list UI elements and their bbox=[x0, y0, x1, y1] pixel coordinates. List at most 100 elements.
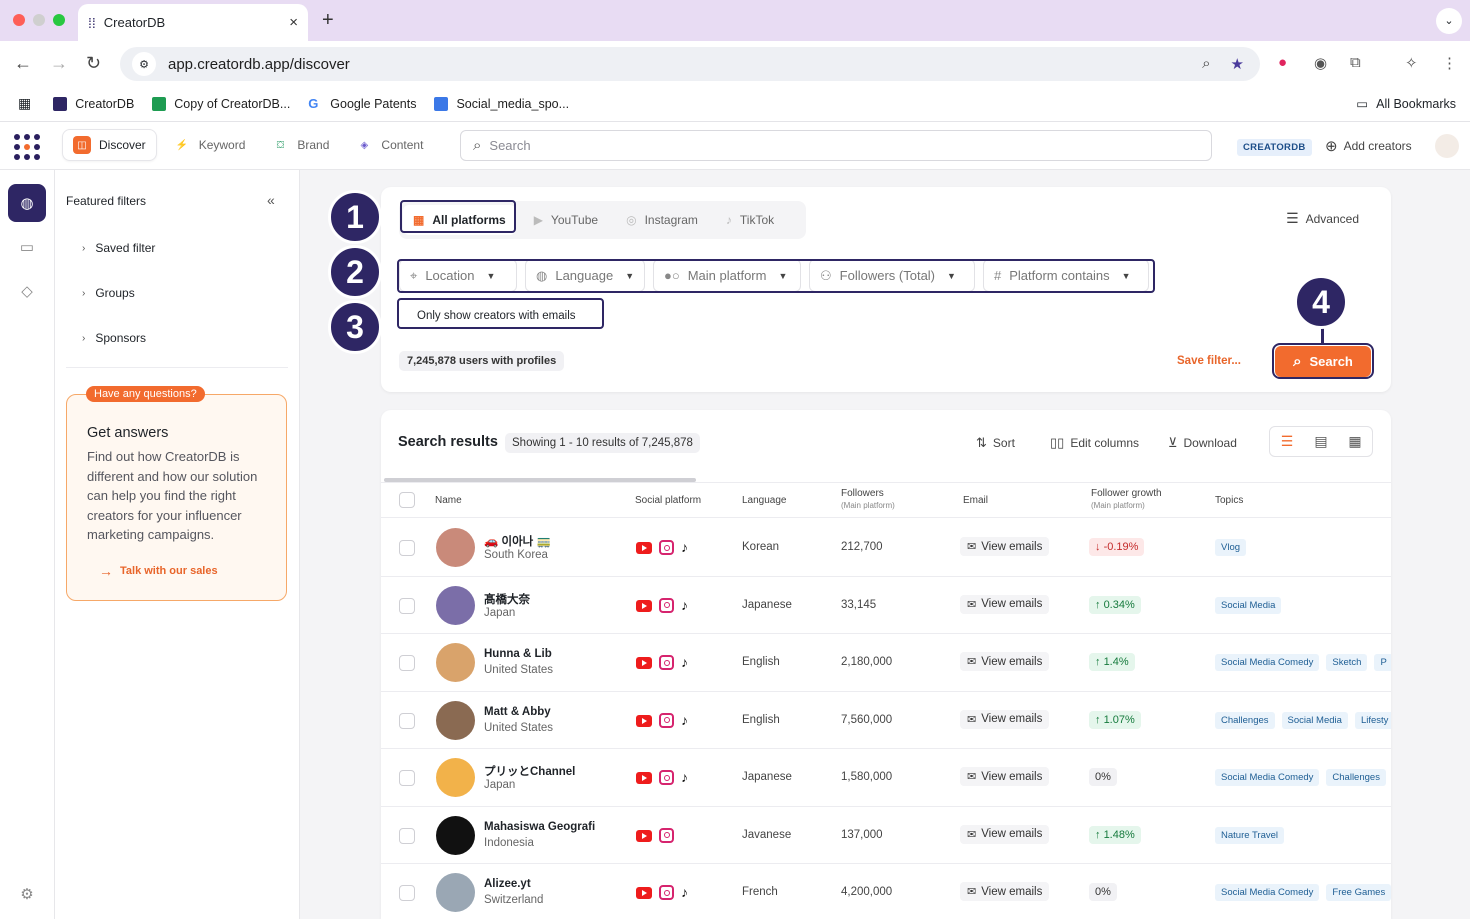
creator-name[interactable]: Mahasiswa Geografi bbox=[484, 821, 595, 833]
creatordb-logo-icon[interactable] bbox=[14, 134, 40, 160]
creator-avatar[interactable] bbox=[436, 700, 475, 740]
topic-tag[interactable]: Social Media Comedy bbox=[1215, 769, 1320, 786]
topic-tag[interactable]: Challenges bbox=[1326, 769, 1386, 786]
tab-brand[interactable]: ⛋ Brand bbox=[261, 129, 339, 161]
topic-tag[interactable]: Nature Travel bbox=[1215, 826, 1285, 844]
instagram-icon[interactable] bbox=[659, 712, 674, 728]
creator-avatar[interactable] bbox=[436, 585, 475, 625]
creator-avatar[interactable] bbox=[436, 528, 475, 567]
youtube-icon[interactable] bbox=[636, 829, 652, 842]
edit-columns-button[interactable]: ▯▯ Edit columns bbox=[1050, 435, 1139, 451]
bookmark-star-icon[interactable]: ★ bbox=[1231, 55, 1244, 73]
creator-name[interactable]: Hunna & Lib bbox=[484, 648, 552, 660]
table-row[interactable]: Mahasiswa Geografi Indonesia Javanese 137,0… bbox=[381, 807, 1391, 864]
tab-keyword[interactable]: ⚡ Keyword bbox=[163, 129, 256, 161]
select-all-checkbox[interactable] bbox=[399, 492, 415, 508]
tiktok-icon[interactable]: ♪ bbox=[681, 770, 688, 785]
zoom-icon[interactable]: ⌕ bbox=[1202, 55, 1210, 73]
instagram-icon[interactable] bbox=[659, 597, 674, 613]
topic-tag[interactable]: Vlog bbox=[1215, 539, 1247, 556]
topic-tag[interactable]: Free Games bbox=[1326, 884, 1391, 901]
view-emails-button[interactable]: ✉ View emails bbox=[960, 882, 1050, 901]
row-checkbox[interactable] bbox=[399, 540, 415, 556]
platform-tab-tiktok[interactable]: ♪ TikTok bbox=[716, 205, 784, 235]
globe-icon[interactable]: ◍ bbox=[8, 184, 46, 222]
view-emails-button[interactable]: ✉ View emails bbox=[960, 824, 1050, 844]
sort-button[interactable]: ⇅ Sort bbox=[976, 435, 1015, 451]
instagram-icon[interactable] bbox=[659, 770, 674, 785]
folder-icon[interactable]: ▭ bbox=[8, 228, 46, 266]
browser-menu-icon[interactable]: ⋮ bbox=[1442, 54, 1457, 72]
tab-discover[interactable]: ◫ Discover bbox=[62, 129, 157, 161]
row-checkbox[interactable] bbox=[399, 885, 415, 901]
tab-content[interactable]: ◈ Content bbox=[345, 129, 433, 161]
row-checkbox[interactable] bbox=[399, 770, 415, 786]
table-row[interactable]: 🚗 이아나 🚃 South Korea ♪ Korean 212,700 ✉ View em… bbox=[381, 519, 1391, 577]
forward-icon[interactable]: → bbox=[50, 53, 68, 74]
user-avatar[interactable] bbox=[1435, 134, 1459, 158]
table-row[interactable]: Matt & Abby United States ♪ English 7,560,00… bbox=[381, 692, 1391, 749]
settings-gear-icon[interactable]: ⚙ bbox=[8, 875, 46, 913]
platform-tab-instagram[interactable]: ◎ Instagram bbox=[616, 205, 708, 235]
advanced-button[interactable]: ☰ Advanced bbox=[1286, 210, 1359, 227]
creator-name[interactable]: 髙橋大奈 bbox=[484, 591, 530, 607]
instagram-icon[interactable] bbox=[659, 540, 674, 555]
save-filter-link[interactable]: Save filter... bbox=[1177, 355, 1241, 367]
tiktok-icon[interactable]: ♪ bbox=[681, 885, 688, 900]
topic-tag[interactable]: Social Media bbox=[1281, 711, 1348, 729]
youtube-icon[interactable] bbox=[636, 657, 652, 669]
window-close-button[interactable] bbox=[13, 14, 25, 26]
tab-close-icon[interactable]: × bbox=[289, 14, 298, 31]
bookmark-google-patents[interactable]: G Google Patents bbox=[308, 96, 416, 111]
topic-tag[interactable]: Social Media Comedy bbox=[1215, 884, 1320, 901]
tiktok-icon[interactable]: ♪ bbox=[681, 655, 688, 670]
window-minimize-button[interactable] bbox=[33, 14, 45, 26]
tiktok-icon[interactable]: ♪ bbox=[681, 597, 688, 613]
creator-avatar[interactable] bbox=[436, 815, 475, 855]
list-view-icon[interactable]: ☰ bbox=[1270, 427, 1304, 456]
extension-icon[interactable]: ● bbox=[1278, 54, 1287, 71]
back-icon[interactable]: ← bbox=[14, 53, 32, 74]
reload-icon[interactable]: ↻ bbox=[86, 53, 101, 74]
tiktok-icon[interactable]: ♪ bbox=[681, 712, 688, 728]
window-zoom-button[interactable] bbox=[53, 14, 65, 26]
row-checkbox[interactable] bbox=[399, 597, 415, 614]
view-emails-button[interactable]: ✉ View emails bbox=[960, 767, 1050, 786]
youtube-icon[interactable] bbox=[636, 599, 652, 612]
global-search-input[interactable]: ⌕ Search bbox=[460, 130, 1212, 161]
sidebar-item-sponsors[interactable]: › Sponsors bbox=[82, 331, 146, 345]
youtube-icon[interactable] bbox=[636, 772, 652, 784]
creator-name[interactable]: Matt & Abby bbox=[484, 706, 551, 718]
topic-tag[interactable]: P bbox=[1374, 654, 1391, 671]
browser-tab[interactable]: ⁞⁞ CreatorDB × bbox=[78, 4, 308, 41]
apps-grid-icon[interactable]: ▦ bbox=[18, 95, 31, 112]
topic-tag[interactable]: Lifesty bbox=[1354, 711, 1391, 729]
instagram-icon[interactable] bbox=[659, 827, 674, 843]
instagram-icon[interactable] bbox=[659, 655, 674, 670]
add-creators-button[interactable]: ⊕ Add creators bbox=[1325, 137, 1412, 155]
topic-tag[interactable]: Sketch bbox=[1326, 654, 1368, 671]
topic-tag[interactable]: Social Media bbox=[1215, 596, 1282, 614]
view-emails-button[interactable]: ✉ View emails bbox=[960, 709, 1050, 729]
bookmark-creatordb[interactable]: CreatorDB bbox=[53, 96, 134, 111]
tiktok-icon[interactable]: ♪ bbox=[681, 540, 688, 555]
site-info-icon[interactable]: ⚙ bbox=[132, 52, 156, 76]
download-button[interactable]: ⊻ Download bbox=[1168, 435, 1237, 451]
table-row[interactable]: Alizee.yt Switzerland ♪ French 4,200,000 ✉ Vie… bbox=[381, 864, 1391, 919]
creator-avatar[interactable] bbox=[436, 643, 475, 682]
table-row[interactable]: Hunna & Lib United States ♪ English 2,180,00… bbox=[381, 634, 1391, 692]
row-checkbox[interactable] bbox=[399, 827, 415, 844]
sidebar-item-saved-filter[interactable]: › Saved filter bbox=[82, 241, 155, 255]
youtube-icon[interactable] bbox=[636, 887, 652, 899]
row-checkbox[interactable] bbox=[399, 712, 415, 729]
grammarly-icon[interactable]: ◉ bbox=[1314, 54, 1327, 72]
creator-name[interactable]: 🚗 이아나 🚃 bbox=[484, 533, 551, 549]
topic-tag[interactable]: Social Media Comedy bbox=[1215, 654, 1320, 671]
collapse-chevrons-icon[interactable]: « bbox=[267, 192, 275, 208]
profile-icon[interactable]: ✧ bbox=[1405, 54, 1418, 72]
sidebar-item-groups[interactable]: › Groups bbox=[82, 286, 135, 300]
view-emails-button[interactable]: ✉ View emails bbox=[960, 594, 1050, 614]
table-view-icon[interactable]: ▤ bbox=[1304, 427, 1338, 456]
talk-with-sales-link[interactable]: → Talk with our sales bbox=[99, 563, 218, 579]
tab-search-icon[interactable]: ⌄ bbox=[1436, 8, 1462, 34]
